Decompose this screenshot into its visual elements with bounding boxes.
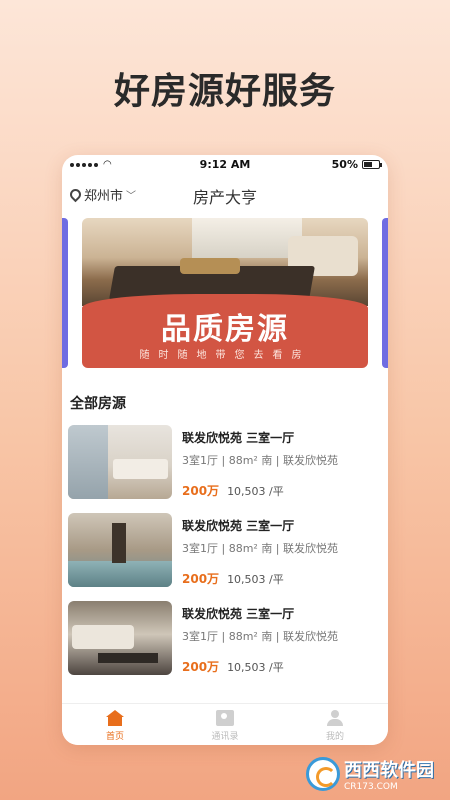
listing-name: 联发欣悦苑 三室一厅: [182, 431, 295, 445]
listing-name: 联发欣悦苑 三室一厅: [182, 519, 295, 533]
tab-home-label: 首页: [105, 732, 124, 742]
carousel-next-peek[interactable]: [382, 218, 388, 368]
contacts-icon: [216, 710, 234, 726]
tab-mine[interactable]: 我的: [305, 710, 365, 742]
user-icon: [326, 710, 344, 726]
list-item[interactable]: 联发欣悦苑 三室一厅 3室1厅 | 88m² 南 | 联发欣悦苑 200万 10…: [68, 601, 384, 677]
listing-price: 200万: [182, 572, 220, 586]
listing-price: 200万: [182, 484, 220, 498]
list-item[interactable]: 联发欣悦苑 三室一厅 3室1厅 | 88m² 南 | 联发欣悦苑 200万 10…: [68, 425, 384, 501]
listing-unit-price: 10,503 /平: [227, 485, 284, 498]
listing-meta: 3室1厅 | 88m² 南 | 联发欣悦苑: [182, 542, 339, 555]
listing-unit-price: 10,503 /平: [227, 661, 284, 674]
status-bar: ◠ 9:12 AM 50%: [62, 155, 388, 175]
listing-price: 200万: [182, 660, 220, 674]
watermark-name: 西西软件园: [344, 760, 434, 781]
home-icon: [106, 710, 124, 726]
watermark-logo-icon: [306, 757, 340, 791]
list-item[interactable]: 联发欣悦苑 三室一厅 3室1厅 | 88m² 南 | 联发欣悦苑 200万 10…: [68, 513, 384, 589]
listing-photo: [68, 601, 172, 675]
watermark: 西西软件园 CR173.COM: [306, 756, 434, 792]
phone-screen: ◠ 9:12 AM 50% 郑州市 ﹀ 房产大亨 品质房源 随时随地带您去看房 …: [62, 155, 388, 745]
listing-name: 联发欣悦苑 三室一厅: [182, 607, 295, 621]
tab-contacts-label: 通讯录: [211, 732, 239, 742]
banner-subtitle: 随时随地带您去看房: [139, 350, 311, 361]
promo-banner[interactable]: 品质房源 随时随地带您去看房: [82, 218, 368, 368]
banner-photo: [82, 218, 368, 306]
listing-photo: [68, 513, 172, 587]
bottom-tab-bar: 首页 通讯录 我的: [62, 703, 388, 745]
tab-home[interactable]: 首页: [85, 710, 145, 742]
tab-mine-label: 我的: [325, 732, 344, 742]
watermark-site: CR173.COM: [344, 782, 398, 792]
top-nav: 郑州市 ﹀ 房产大亨: [62, 181, 388, 207]
section-title: 全部房源: [70, 396, 126, 412]
page-title: 房产大亨: [192, 188, 257, 207]
listing-photo: [68, 425, 172, 499]
promo-headline: 好房源好服务: [113, 71, 336, 112]
battery-icon: [362, 160, 382, 169]
listing-meta: 3室1厅 | 88m² 南 | 联发欣悦苑: [182, 630, 339, 643]
battery-percent: 50%: [331, 158, 358, 171]
tab-contacts[interactable]: 通讯录: [195, 710, 255, 742]
listing-meta: 3室1厅 | 88m² 南 | 联发欣悦苑: [182, 454, 339, 467]
banner-title: 品质房源: [161, 312, 289, 347]
carousel-prev-peek[interactable]: [62, 218, 68, 368]
listing-unit-price: 10,503 /平: [227, 573, 284, 586]
